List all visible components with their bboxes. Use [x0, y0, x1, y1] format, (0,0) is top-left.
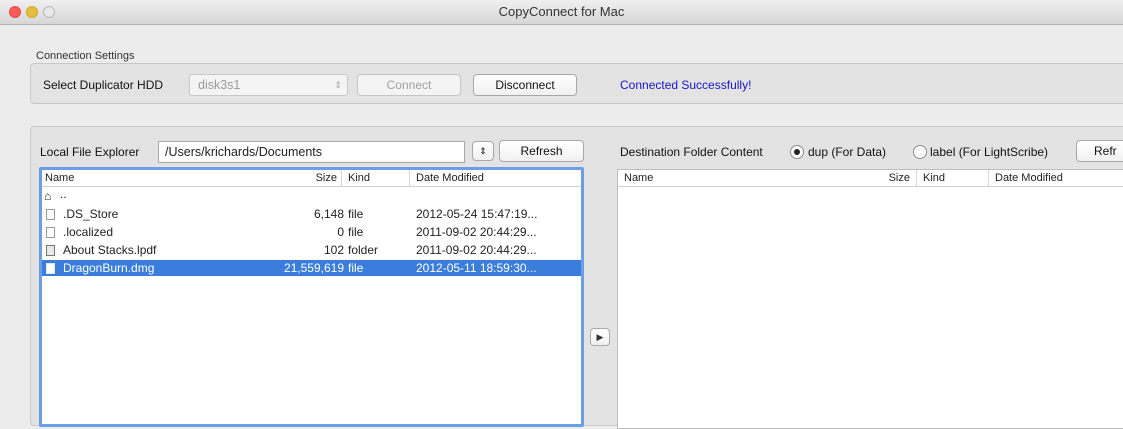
file-date: 2011-09-02 20:44:29... [416, 243, 537, 257]
file-size: 6,148 [313, 207, 344, 221]
table-row-selected[interactable]: DragonBurn.dmg 21,559,619 file 2012-05-1… [42, 260, 581, 276]
stepper-chevrons-icon: ⇕ [479, 146, 487, 156]
file-kind: file [348, 207, 364, 221]
table-row[interactable]: About Stacks.lpdf 102 folder 2011-09-02 … [42, 242, 581, 258]
play-arrow-icon: ▶ [596, 332, 604, 342]
destination-table-header: Name Size Kind Date Modified [618, 170, 1123, 187]
path-stepper[interactable]: ⇕ [472, 141, 494, 161]
file-size: 21,559,619 [283, 261, 344, 275]
document-icon [46, 263, 55, 274]
file-date: 2012-05-11 18:59:30... [416, 261, 537, 275]
table-row[interactable]: .DS_Store 6,148 file 2012-05-24 15:47:19… [42, 206, 581, 222]
column-header-kind[interactable]: Kind [341, 170, 409, 186]
radio-dup[interactable] [790, 145, 804, 159]
local-table-header: Name Size Kind Date Modified [42, 170, 581, 187]
transfer-button[interactable]: ▶ [590, 328, 610, 346]
duplicator-hdd-select[interactable]: disk3s1 ⇕ [189, 74, 348, 96]
connect-button[interactable]: Connect [357, 74, 461, 96]
file-size: 0 [337, 225, 344, 239]
destination-refresh-label: Refr [1094, 144, 1117, 158]
destination-folder-label: Destination Folder Content [620, 145, 763, 159]
pdf-bundle-icon [46, 245, 55, 256]
connection-status: Connected Successfully! [620, 78, 752, 92]
local-file-table[interactable]: Name Size Kind Date Modified ⌂ .. .DS_St… [39, 167, 584, 427]
document-icon [46, 227, 55, 238]
file-size: 102 [323, 243, 344, 257]
column-header-name[interactable]: Name [42, 170, 243, 186]
file-name: .localized [63, 225, 114, 239]
local-file-explorer-label: Local File Explorer [40, 145, 140, 159]
disconnect-button[interactable]: Disconnect [473, 74, 577, 96]
home-icon: ⌂ [44, 189, 52, 203]
select-duplicator-label: Select Duplicator HDD [43, 78, 164, 92]
local-refresh-button[interactable]: Refresh [499, 140, 584, 162]
radio-dup-label[interactable]: dup (For Data) [808, 145, 886, 159]
column-header-date[interactable]: Date Modified [988, 170, 1123, 186]
column-header-kind[interactable]: Kind [916, 170, 988, 186]
file-kind: file [348, 261, 364, 275]
parent-folder-label: .. [60, 187, 67, 201]
local-path-field[interactable]: /Users/krichards/Documents [158, 141, 465, 163]
radio-lightscribe-label[interactable]: label (For LightScribe) [930, 145, 1048, 159]
destination-file-table[interactable]: Name Size Kind Date Modified [617, 169, 1123, 429]
table-row[interactable]: .localized 0 file 2011-09-02 20:44:29... [42, 224, 581, 240]
file-date: 2012-05-24 15:47:19... [416, 207, 538, 221]
radio-lightscribe[interactable] [913, 145, 927, 159]
column-header-size[interactable]: Size [819, 170, 916, 186]
destination-refresh-button[interactable]: Refr [1076, 140, 1123, 162]
duplicator-hdd-value: disk3s1 [198, 78, 241, 92]
file-name: About Stacks.lpdf [63, 243, 157, 257]
window-title: CopyConnect for Mac [498, 4, 625, 19]
parent-folder-row[interactable]: ⌂ .. [42, 187, 581, 204]
file-date: 2011-09-02 20:44:29... [416, 225, 537, 239]
document-icon [46, 209, 55, 220]
file-kind: folder [348, 243, 379, 257]
file-name: DragonBurn.dmg [63, 261, 155, 275]
connection-settings-heading: Connection Settings [36, 50, 135, 62]
file-kind: file [348, 225, 364, 239]
file-name: .DS_Store [63, 207, 119, 221]
column-header-name[interactable]: Name [618, 170, 819, 186]
stepper-chevrons-icon: ⇕ [334, 80, 342, 90]
column-header-size[interactable]: Size [243, 170, 341, 186]
column-header-date[interactable]: Date Modified [409, 170, 581, 186]
